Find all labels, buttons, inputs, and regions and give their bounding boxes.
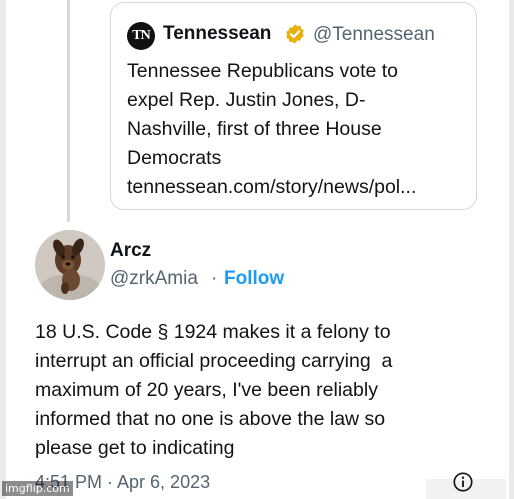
reply-tweet: Arcz @zrkAmia · Follow 18 U.S. Code § 19… <box>6 222 509 499</box>
quoted-tweet-text: Tennessee Republicans vote to expel Rep.… <box>127 57 467 202</box>
author-handle[interactable]: @zrkAmia <box>110 268 198 290</box>
thread-area: TN Tennessean @Tennessean Tennessee Repu… <box>6 0 509 228</box>
imgflip-watermark: imgflip.com <box>2 481 73 496</box>
tweet-text-line: interrupt an official proceeding carryin… <box>35 350 393 372</box>
author-name[interactable]: Arcz <box>110 240 151 262</box>
quoted-text-line: Democrats <box>127 147 222 169</box>
quoted-text-line: Tennessee Republicans vote to <box>127 60 399 82</box>
thread-connector-line <box>67 0 70 222</box>
quoted-tweet-card[interactable]: TN Tennessean @Tennessean Tennessee Repu… <box>110 2 477 210</box>
quoted-text-line: expel Rep. Justin Jones, D- <box>127 89 366 111</box>
quoted-author-handle: @Tennessean <box>313 24 435 45</box>
tennessean-logo: TN <box>127 22 155 50</box>
avatar-dog-image <box>35 230 105 300</box>
tweet-text: 18 U.S. Code § 1924 makes it a felony to… <box>35 318 495 463</box>
tweet-text-line: informed that no one is above the law so <box>35 408 386 430</box>
tweet-text-line: 18 U.S. Code § 1924 makes it a felony to <box>35 321 391 343</box>
tweet-text-line: maximum of 20 years, I've been reliably <box>35 379 378 401</box>
follow-button[interactable]: Follow <box>224 268 284 290</box>
quoted-author-name: Tennessean <box>163 23 272 44</box>
quoted-link[interactable]: tennessean.com/story/news/pol... <box>127 173 467 202</box>
separator-dot: · <box>211 268 218 289</box>
avatar[interactable] <box>35 230 105 300</box>
quoted-text-line: Nashville, first of three House <box>127 118 382 140</box>
info-icon[interactable] <box>452 471 474 493</box>
tweet-text-line: please get to indicating <box>35 437 235 459</box>
verified-badge-icon <box>286 24 304 44</box>
screenshot-frame: TN Tennessean @Tennessean Tennessee Repu… <box>6 0 509 499</box>
